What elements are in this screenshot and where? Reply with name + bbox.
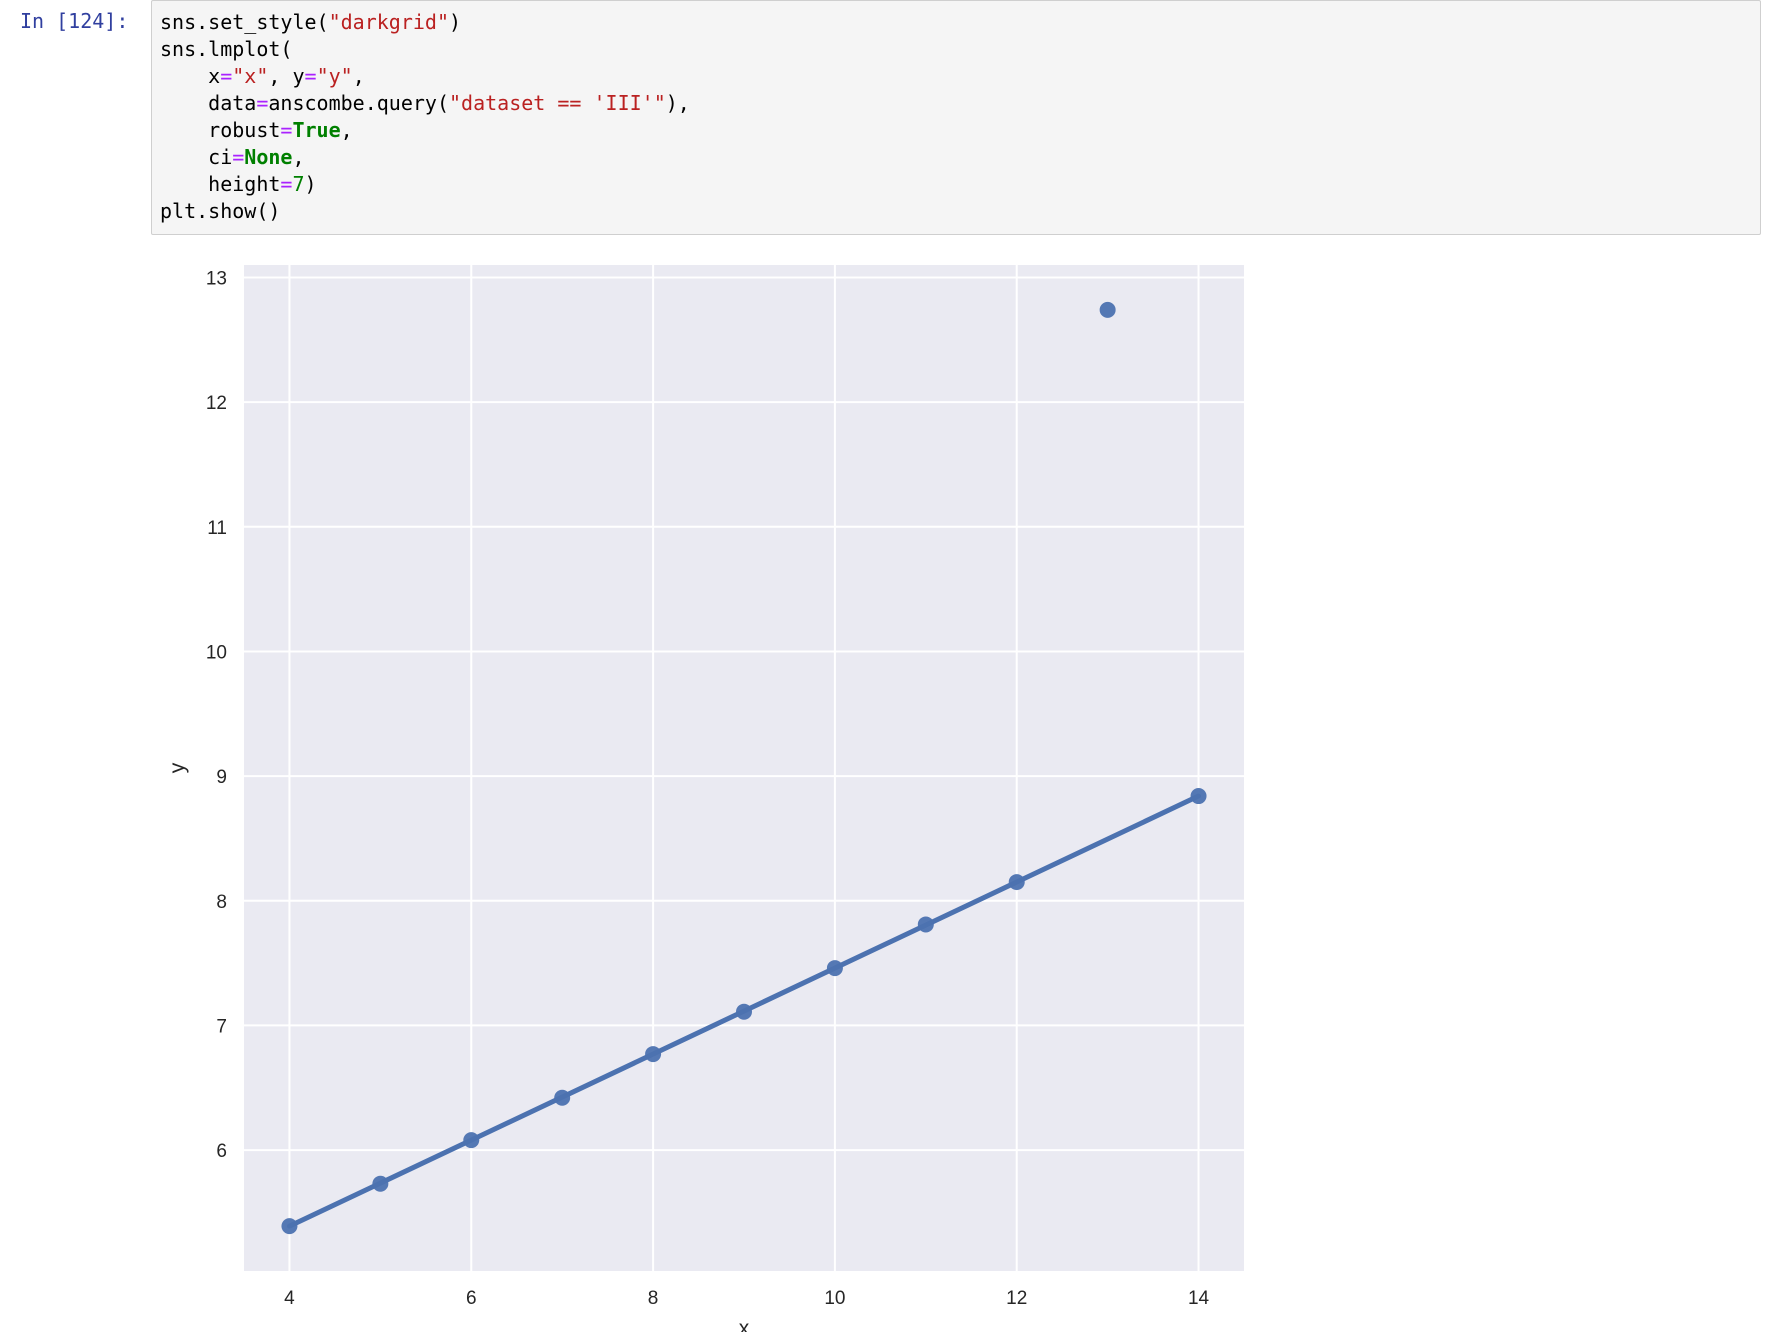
code-line: ci=None,: [160, 144, 1752, 171]
x-tick-label: 12: [1006, 1288, 1027, 1309]
data-point: [736, 1003, 752, 1020]
code-line: data=anscombe.query("dataset == 'III'"),: [160, 90, 1752, 117]
cell-prompt: In [124]:: [20, 9, 129, 33]
code-line: plt.show(): [160, 198, 1752, 225]
y-tick-label: 11: [207, 518, 227, 539]
code-token: "x": [232, 64, 269, 88]
data-point: [281, 1218, 298, 1235]
plot-background: [244, 265, 1244, 1271]
cell-output: 4 6 8 10 12 14 6 7 8 9 10 11 12 13 x y: [151, 245, 1251, 1337]
code-token: =: [256, 91, 269, 115]
code-line: x="x", y="y",: [160, 63, 1752, 90]
code-token: ,: [340, 118, 353, 142]
code-token: None: [244, 145, 293, 169]
x-tick-label: 4: [284, 1288, 295, 1309]
code-token: =: [304, 64, 317, 88]
code-token: =: [232, 145, 245, 169]
code-token: data: [160, 91, 257, 115]
code-token: "darkgrid": [328, 10, 449, 34]
code-token: , y: [268, 64, 305, 88]
code-token: ): [304, 172, 317, 196]
x-axis-label: x: [739, 1317, 750, 1332]
y-tick-label: 10: [206, 642, 227, 663]
code-token: ci: [160, 145, 233, 169]
data-point: [1008, 874, 1025, 891]
code-token: height: [160, 172, 281, 196]
data-point: [372, 1175, 389, 1192]
data-point: [463, 1132, 480, 1149]
data-point: [1190, 788, 1207, 805]
code-token: sns.set_style(: [160, 10, 329, 34]
code-token: ),: [665, 91, 690, 115]
x-tick-label: 14: [1188, 1288, 1210, 1309]
code-line: height=7): [160, 171, 1752, 198]
data-point: [554, 1089, 571, 1106]
code-token: ,: [352, 64, 365, 88]
y-tick-label: 7: [216, 1016, 227, 1037]
y-tick-label: 9: [216, 767, 227, 788]
data-point: [917, 916, 934, 933]
x-tick-label: 6: [466, 1288, 477, 1309]
code-token: sns.lmplot(: [160, 37, 293, 61]
code-line: robust=True,: [160, 117, 1752, 144]
code-token: 7: [292, 172, 305, 196]
code-token: "dataset == 'III'": [449, 91, 666, 115]
code-token: x: [160, 64, 221, 88]
data-point: [1099, 301, 1116, 318]
y-tick-label: 12: [206, 393, 227, 414]
code-input-area[interactable]: sns.set_style("darkgrid") sns.lmplot( x="…: [151, 0, 1761, 235]
y-axis-label: y: [166, 762, 189, 773]
code-token: =: [220, 64, 233, 88]
y-tick-label: 13: [206, 268, 227, 289]
data-point: [826, 960, 843, 977]
code-token: robust: [160, 118, 281, 142]
y-tick-label: 8: [216, 892, 227, 913]
code-token: "y": [316, 64, 353, 88]
code-line: sns.set_style("darkgrid"): [160, 9, 1752, 36]
code-token: =: [280, 172, 293, 196]
code-token: ,: [292, 145, 305, 169]
code-token: =: [280, 118, 293, 142]
code-line: sns.lmplot(: [160, 36, 1752, 63]
code-token: plt.show(): [160, 199, 281, 223]
scatter-chart: 4 6 8 10 12 14 6 7 8 9 10 11 12 13 x y: [166, 265, 1244, 1337]
code-token: True: [292, 118, 341, 142]
code-token: anscombe.query(: [268, 91, 449, 115]
code-token: ): [449, 10, 462, 34]
y-tick-label: 6: [216, 1141, 227, 1162]
x-tick-label: 10: [824, 1288, 845, 1309]
data-point: [645, 1046, 662, 1063]
x-tick-label: 8: [648, 1288, 659, 1309]
